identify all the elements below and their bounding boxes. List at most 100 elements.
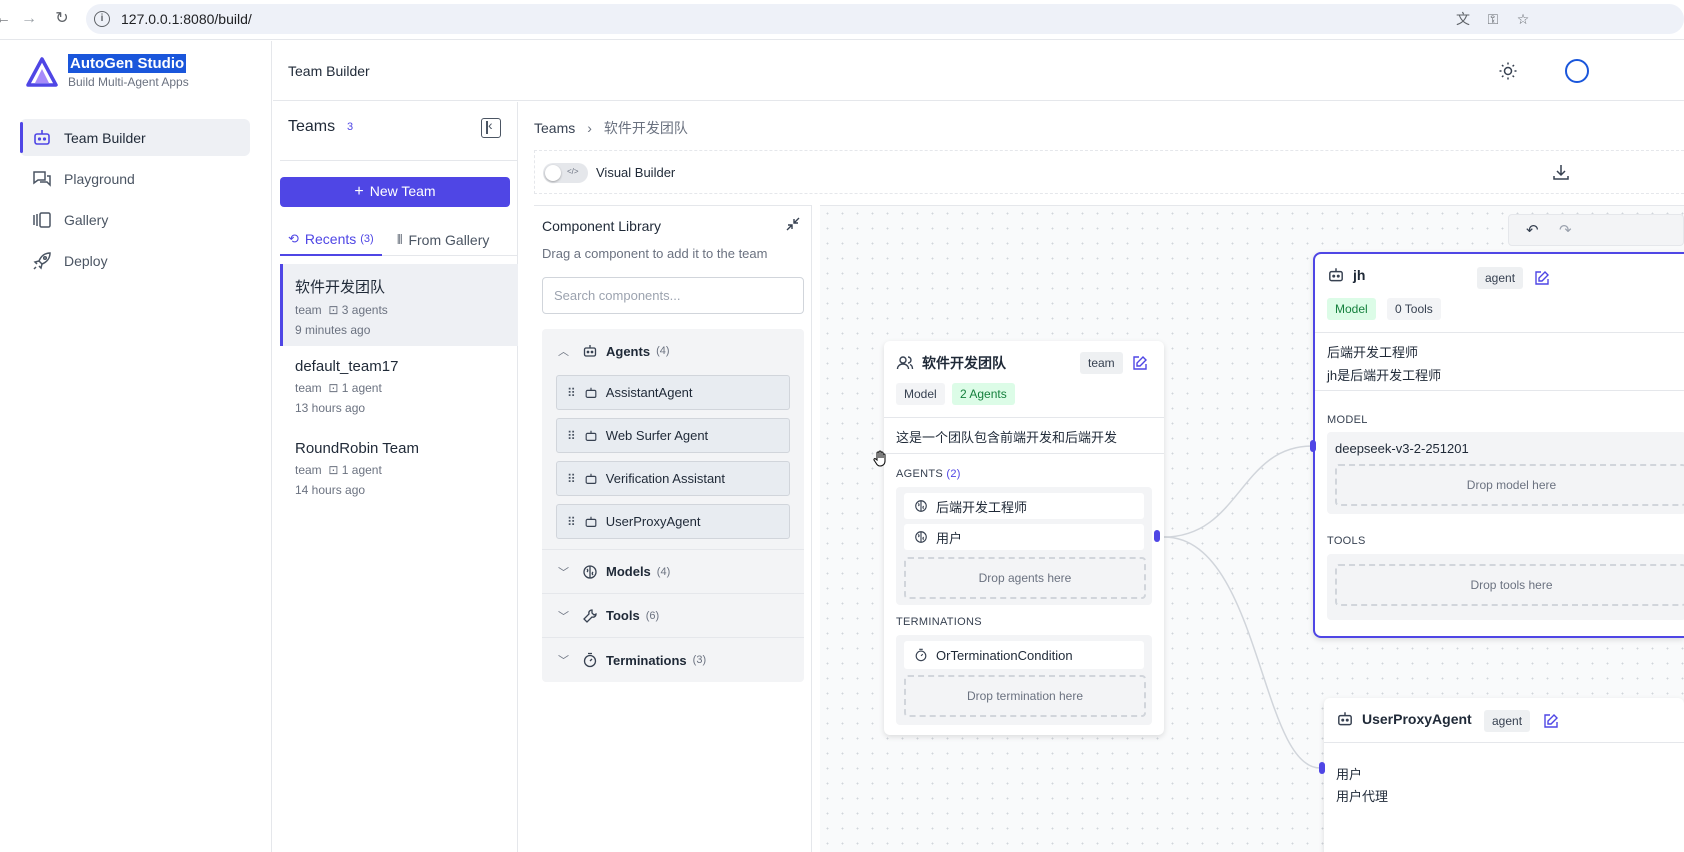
team-name: RoundRobin Team bbox=[295, 440, 419, 457]
chat-icon bbox=[32, 169, 52, 189]
team-node[interactable]: 软件开发团队 team Model 2 Agents 这是一个团队包含前端开发和… bbox=[884, 341, 1164, 735]
node-title: 软件开发团队 bbox=[922, 355, 1006, 371]
drop-agents-zone[interactable]: Drop agents here bbox=[904, 557, 1146, 599]
history-icon: ⟲ bbox=[288, 231, 299, 246]
robot-icon bbox=[582, 343, 598, 359]
drop-model-zone[interactable]: Drop model here bbox=[1335, 464, 1684, 506]
agent-description: 用户 bbox=[1336, 767, 1363, 782]
back-icon[interactable]: ← bbox=[0, 8, 14, 30]
star-icon[interactable]: ☆ bbox=[1514, 10, 1532, 28]
library-sections: ︿ Agents (4) ⠿ AssistantAgent ⠿ Web Surf… bbox=[542, 329, 804, 682]
label-text: AGENTS bbox=[896, 468, 944, 480]
key-icon[interactable]: ⚿ bbox=[1484, 10, 1502, 28]
teams-title: Teams bbox=[288, 118, 336, 135]
section-count: (4) bbox=[656, 565, 671, 578]
team-description: 这是一个团队包含前端开发和后端开发 bbox=[896, 430, 1118, 445]
builder-canvas[interactable]: ↶ ↷ 软件开发团队 team Model 2 Agents 这是一个团队包含前… bbox=[820, 205, 1684, 852]
list-item[interactable]: 后端开发工程师 bbox=[904, 493, 1144, 519]
collapse-panel-icon[interactable] bbox=[481, 117, 501, 138]
team-name: 软件开发团队 bbox=[295, 279, 386, 296]
forward-icon[interactable]: → bbox=[18, 8, 40, 30]
tab-count: (3) bbox=[360, 233, 374, 245]
agent-node-jh[interactable]: jh agent Model 0 Tools 后端开发工程师 jh是后端开发工程… bbox=[1310, 252, 1684, 638]
agent-count: 1 agent bbox=[341, 463, 382, 477]
nav-label: Team Builder bbox=[64, 129, 146, 146]
drag-handle-icon[interactable]: ⠿ bbox=[567, 386, 576, 400]
nav-item-deploy[interactable]: Deploy bbox=[20, 242, 250, 279]
breadcrumb: Teams › 软件开发团队 bbox=[534, 118, 688, 138]
list-item[interactable]: 软件开发团队 team ⊡ 3 agents 9 minutes ago bbox=[280, 264, 518, 346]
list-item[interactable]: ⠿ Web Surfer Agent bbox=[556, 418, 790, 453]
url-text[interactable]: 127.0.0.1:8080/build/ bbox=[121, 11, 252, 27]
chevron-down-icon: ﹀ bbox=[558, 566, 569, 579]
output-handle[interactable] bbox=[1154, 530, 1160, 542]
edit-icon[interactable] bbox=[1543, 713, 1559, 729]
search-input[interactable] bbox=[542, 277, 804, 314]
list-item[interactable]: OrTerminationCondition bbox=[904, 641, 1144, 669]
component-name: Verification Assistant bbox=[605, 471, 726, 486]
list-item[interactable]: default_team17 team ⊡ 1 agent 13 hours a… bbox=[280, 346, 518, 428]
list-item[interactable]: ⠿ Verification Assistant bbox=[556, 461, 790, 496]
team-type: team bbox=[295, 303, 322, 317]
page-header: Team Builder bbox=[273, 41, 1684, 101]
team-tabs: ⟲ Recents (3) ⫴ From Gallery bbox=[280, 224, 518, 256]
address-bar[interactable]: i 127.0.0.1:8080/build/ 文 ⚿ ☆ bbox=[86, 4, 1684, 34]
drag-handle-icon[interactable]: ⠿ bbox=[567, 472, 576, 486]
download-icon[interactable] bbox=[1552, 163, 1570, 181]
section-agents[interactable]: ︿ Agents (4) bbox=[542, 329, 804, 373]
hand-cursor-icon bbox=[873, 450, 886, 467]
agents-badge: 2 Agents bbox=[952, 383, 1015, 405]
new-team-label: New Team bbox=[369, 183, 436, 199]
section-tools[interactable]: ﹀ Tools (6) bbox=[542, 594, 804, 638]
node-title: jh bbox=[1353, 267, 1366, 283]
autogen-logo bbox=[26, 57, 58, 87]
minimize-icon[interactable] bbox=[785, 216, 801, 232]
list-item[interactable]: ⠿ AssistantAgent bbox=[556, 375, 790, 410]
edit-icon[interactable] bbox=[1534, 270, 1550, 286]
drag-handle-icon[interactable]: ⠿ bbox=[567, 429, 576, 443]
robot-icon: ⊡ bbox=[328, 381, 339, 395]
drop-text: Drop model here bbox=[1466, 478, 1557, 492]
sidebar: AutoGen Studio Build Multi-Agent Apps Te… bbox=[0, 41, 272, 852]
list-item[interactable]: 用户 bbox=[904, 524, 1144, 550]
translate-icon[interactable]: 文 bbox=[1454, 10, 1472, 28]
section-count: (3) bbox=[692, 654, 707, 666]
new-team-button[interactable]: + New Team bbox=[280, 177, 510, 207]
wrench-icon bbox=[582, 608, 598, 624]
tab-label: Recents bbox=[304, 231, 357, 247]
tab-from-gallery[interactable]: ⫴ From Gallery bbox=[397, 224, 489, 256]
model-name[interactable]: deepseek-v3-2-251201 bbox=[1335, 441, 1469, 456]
drop-tools-zone[interactable]: Drop tools here bbox=[1335, 564, 1684, 606]
section-label: Tools bbox=[606, 608, 640, 623]
divider bbox=[884, 417, 1164, 418]
list-item[interactable]: RoundRobin Team team ⊡ 1 agent 14 hours … bbox=[280, 428, 518, 510]
nav-item-playground[interactable]: Playground bbox=[20, 160, 250, 197]
reload-icon[interactable]: ↻ bbox=[51, 8, 73, 30]
edit-icon[interactable] bbox=[1132, 355, 1148, 371]
component-name: UserProxyAgent bbox=[605, 514, 701, 529]
type-badge: team bbox=[1080, 352, 1123, 374]
agent-count: 1 agent bbox=[341, 381, 382, 395]
drag-handle-icon[interactable]: ⠿ bbox=[567, 515, 576, 529]
site-info-icon[interactable]: i bbox=[94, 11, 110, 27]
drop-termination-zone[interactable]: Drop termination here bbox=[904, 675, 1146, 717]
divider bbox=[280, 160, 517, 161]
agent-node-userproxy[interactable]: UserProxyAgent agent 用户 用户代理 bbox=[1319, 698, 1684, 852]
visual-builder-label: Visual Builder bbox=[596, 165, 676, 180]
section-terminations[interactable]: ﹀ Terminations (3) bbox=[542, 638, 804, 682]
list-item[interactable]: ⠿ UserProxyAgent bbox=[556, 504, 790, 539]
divider bbox=[1315, 332, 1684, 333]
nav-item-team-builder[interactable]: Team Builder bbox=[20, 119, 250, 156]
section-models[interactable]: ﹀ Models (4) bbox=[542, 550, 804, 594]
visual-builder-toggle[interactable]: </> bbox=[543, 163, 588, 183]
divider bbox=[1315, 390, 1684, 391]
nav-item-gallery[interactable]: Gallery bbox=[20, 201, 250, 238]
tab-recents[interactable]: ⟲ Recents (3) bbox=[280, 224, 382, 256]
input-handle[interactable] bbox=[1319, 762, 1325, 774]
theme-toggle-icon[interactable] bbox=[1498, 61, 1518, 81]
avatar[interactable] bbox=[1565, 59, 1589, 83]
input-handle[interactable] bbox=[1310, 440, 1316, 452]
node-header: jh bbox=[1327, 266, 1365, 284]
robot-icon bbox=[584, 472, 598, 486]
breadcrumb-root[interactable]: Teams bbox=[534, 120, 575, 136]
